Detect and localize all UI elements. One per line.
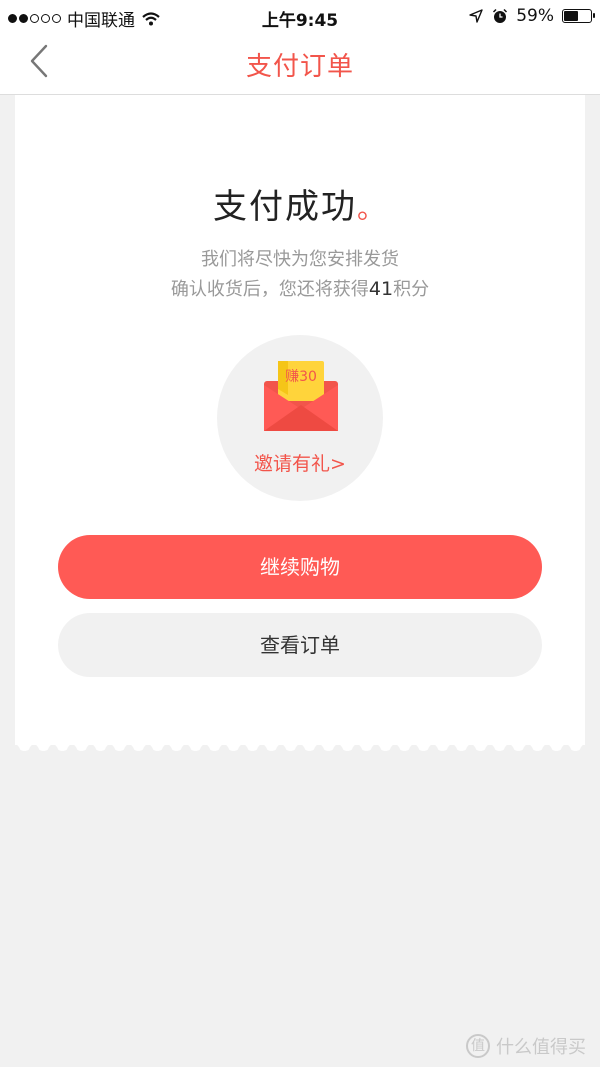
status-right: 59%	[468, 6, 595, 26]
view-order-button[interactable]: 查看订单	[58, 613, 542, 677]
location-arrow-icon	[469, 9, 483, 23]
success-title-dot: 。	[356, 192, 387, 225]
invite-label: 邀请有礼>	[254, 453, 346, 475]
points-value: 41	[368, 278, 394, 300]
success-title-text: 支付成功	[212, 187, 357, 227]
battery-icon	[562, 9, 595, 23]
nav-bar: 支付订单	[0, 32, 600, 95]
watermark-text: 什么值得买	[496, 1037, 586, 1058]
continue-shopping-button[interactable]: 继续购物	[58, 535, 542, 599]
shipping-message: 我们将尽快为您安排发货	[201, 249, 399, 270]
battery-percent: 59%	[516, 6, 554, 26]
points-message-suffix: 积分	[393, 279, 430, 300]
payment-success-card: 支付成功。 我们将尽快为您安排发货 确认收货后，您还将获得41积分 赚30 邀请…	[15, 95, 585, 745]
card-scalloped-edge	[15, 738, 585, 752]
points-message: 确认收货后，您还将获得41积分	[15, 275, 585, 301]
status-bar: 中国联通 上午9:45 59%	[0, 0, 600, 32]
success-title: 支付成功。	[15, 179, 585, 228]
page-title: 支付订单	[245, 52, 354, 82]
red-envelope-icon: 赚30	[264, 361, 338, 431]
invite-badge-text: 赚30	[285, 369, 317, 385]
invite-reward-button[interactable]: 赚30 邀请有礼>	[217, 335, 383, 501]
battery-fill	[564, 11, 578, 21]
watermark: 值 什么值得买	[466, 1033, 586, 1059]
points-message-prefix: 确认收货后，您还将获得	[170, 279, 369, 300]
alarm-clock-icon	[493, 8, 508, 23]
watermark-logo-icon: 值	[466, 1034, 490, 1058]
